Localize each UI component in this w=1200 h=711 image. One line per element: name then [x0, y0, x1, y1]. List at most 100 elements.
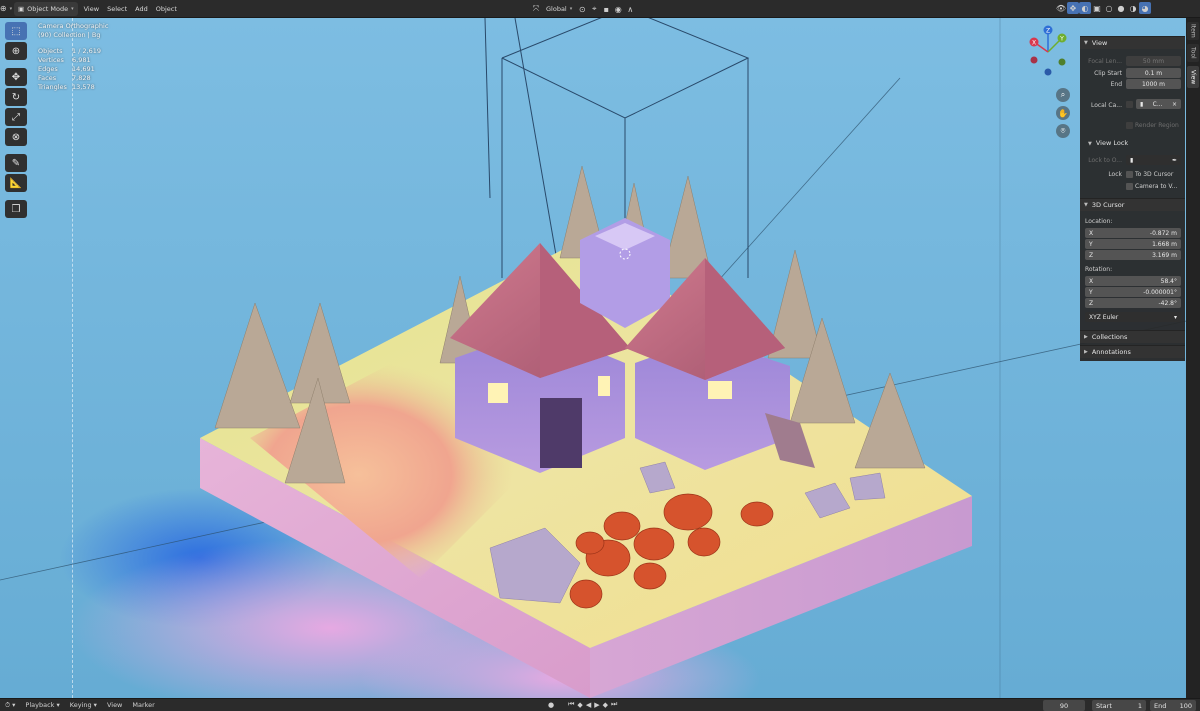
camera-passepartout-edge — [72, 18, 73, 698]
annotations-panel-header[interactable]: ▶ Annotations — [1080, 345, 1185, 358]
shading-solid-icon[interactable]: ● — [1115, 2, 1127, 14]
clip-end-field[interactable]: 1000 m — [1126, 79, 1181, 89]
rotation-mode-dropdown[interactable]: XYZ Euler ▾ — [1085, 312, 1181, 322]
clear-icon[interactable]: × — [1172, 101, 1177, 108]
focal-length-field: 50 mm — [1126, 56, 1181, 66]
n-panel-sidebar: ▼ View Focal Len... 50 mm Clip Start 0.1 … — [1080, 36, 1185, 361]
camera-icon: ▮ — [1140, 100, 1144, 108]
local-camera-field[interactable]: ▮ C... × — [1136, 99, 1181, 109]
zoom-icon[interactable]: ⌕ — [1056, 88, 1070, 102]
tab-item[interactable]: Item — [1187, 22, 1199, 40]
visibility-icon[interactable]: 👁 — [1055, 2, 1067, 14]
object-icon: ▮ — [1130, 156, 1134, 164]
stat-value: 1 / 2,619 — [72, 47, 102, 55]
render-region-checkbox[interactable] — [1126, 122, 1133, 129]
render-region-label: Render Region — [1135, 122, 1179, 129]
start-frame-field[interactable]: Start 1 — [1092, 700, 1146, 711]
jump-keyframe-back-icon[interactable]: ◆ — [577, 701, 582, 709]
view-lock-subpanel-header[interactable]: ▼ View Lock — [1088, 139, 1128, 147]
cursor-location-z-field[interactable]: Z 3.169 m — [1085, 250, 1181, 260]
cursor-location-x-field[interactable]: X -0.872 m — [1085, 228, 1181, 238]
tool-shelf: ⬚ ⊕ ✥ ↻ ⤢ ⊗ ✎ 📐 ❒ — [5, 22, 27, 218]
timeline-header: ⏱ ▾ Playback ▾ Keying ▾ View Marker ● ⏮ … — [0, 698, 1200, 711]
stat-label: Objects — [38, 47, 63, 55]
scene-statistics: Objects 1 / 2,619 Vertices 6,981 Edges 14,6… — [38, 47, 108, 92]
pan-hand-icon[interactable]: ✋ — [1056, 106, 1070, 120]
select-box-tool-icon[interactable]: ⬚ — [5, 22, 27, 40]
jump-end-icon[interactable]: ⏭ — [611, 700, 617, 709]
menu-select[interactable]: Select — [103, 2, 131, 16]
editor-type-icon[interactable]: ⊕ ▾ — [0, 3, 12, 15]
cursor-rotation-x-field[interactable]: X 58.4° — [1085, 276, 1181, 286]
overlay-toggle-icon[interactable]: ◐ — [1079, 2, 1091, 14]
record-icon[interactable]: ● — [548, 701, 554, 709]
end-frame-field[interactable]: End 100 — [1150, 700, 1196, 711]
collections-panel-header[interactable]: ▶ Collections — [1080, 330, 1185, 343]
3d-viewport[interactable]: Camera Orthographic (90) Collection | Bg… — [0, 18, 1200, 698]
gizmo-z-label: Z — [1046, 28, 1050, 35]
lock-to-object-field[interactable]: ▮ ✒ — [1126, 155, 1181, 165]
menu-marker[interactable]: Marker — [127, 701, 159, 709]
view-panel-header[interactable]: ▼ View — [1080, 36, 1185, 49]
clip-start-label: Clip Start — [1094, 70, 1122, 77]
transform-orientation-dropdown[interactable]: Global ▾ — [542, 2, 576, 16]
cursor-tool-icon[interactable]: ⊕ — [5, 42, 27, 60]
rotation-label: Rotation: — [1085, 266, 1113, 273]
chevron-down-icon: ▾ — [1173, 313, 1177, 321]
shading-material-icon[interactable]: ◑ — [1127, 2, 1139, 14]
add-cube-tool-icon[interactable]: ❒ — [5, 200, 27, 218]
menu-keying[interactable]: Keying ▾ — [65, 701, 102, 709]
to-3d-cursor-checkbox[interactable] — [1126, 171, 1133, 178]
tab-tool[interactable]: Tool — [1187, 44, 1199, 62]
axis-gizmo-icon[interactable]: Z Y X — [1018, 22, 1078, 82]
snap-icon[interactable]: ⌖ — [588, 3, 600, 15]
gizmo-toggle-icon[interactable]: ✥ — [1067, 2, 1079, 14]
camera-to-view-checkbox[interactable] — [1126, 183, 1133, 190]
transform-tool-icon[interactable]: ⊗ — [5, 128, 27, 146]
pivot-point-icon[interactable]: ⊙ — [576, 3, 588, 15]
play-icon[interactable]: ▶ — [594, 701, 599, 709]
falloff-icon[interactable]: ∧ — [624, 3, 636, 15]
cursor-rotation-y-field[interactable]: Y -0.000001° — [1085, 287, 1181, 297]
view-name: Camera Orthographic — [38, 22, 109, 30]
measure-tool-icon[interactable]: 📐 — [5, 174, 27, 192]
menu-playback[interactable]: Playback ▾ — [20, 701, 64, 709]
local-camera-checkbox[interactable] — [1126, 101, 1133, 108]
cursor-location-y-field[interactable]: Y 1.668 m — [1085, 239, 1181, 249]
xray-icon[interactable]: ▣ — [1091, 2, 1103, 14]
mode-dropdown[interactable]: ▣ Object Mode ▾ — [14, 1, 78, 16]
shading-wireframe-icon[interactable]: ○ — [1103, 2, 1115, 14]
scale-tool-icon[interactable]: ⤢ — [5, 108, 27, 126]
menu-object[interactable]: Object — [152, 2, 181, 16]
eyedropper-icon[interactable]: ✒ — [1172, 157, 1177, 164]
navigation-gizmo[interactable]: Z Y X ⌕ ✋ ⌾ — [1018, 22, 1078, 142]
current-frame-field[interactable]: 90 — [1043, 700, 1085, 711]
rotate-tool-icon[interactable]: ↻ — [5, 88, 27, 106]
timeline-editor-icon[interactable]: ⏱ ▾ — [0, 701, 20, 710]
menu-add[interactable]: Add — [131, 2, 152, 16]
proportional-edit-icon[interactable]: ◉ — [612, 3, 624, 15]
stat-value: 13,578 — [72, 83, 95, 91]
cursor-rotation-z-field[interactable]: Z -42.8° — [1085, 298, 1181, 308]
play-reverse-icon[interactable]: ◀ — [586, 701, 591, 709]
collapse-chevron-icon: ▼ — [1084, 202, 1088, 208]
3d-cursor-panel-header[interactable]: ▼ 3D Cursor — [1080, 198, 1185, 211]
camera-view-icon[interactable]: ⌾ — [1056, 124, 1070, 138]
move-tool-icon[interactable]: ✥ — [5, 68, 27, 86]
sidebar-tabs: Item Tool View — [1186, 18, 1200, 698]
menu-view[interactable]: View — [80, 2, 103, 16]
expand-chevron-icon: ▶ — [1084, 334, 1088, 340]
clip-start-field[interactable]: 0.1 m — [1126, 68, 1181, 78]
snap-target-icon[interactable]: ▪ — [600, 3, 612, 15]
expand-chevron-icon: ▶ — [1084, 349, 1088, 355]
stat-label: Vertices — [38, 56, 64, 64]
tab-view[interactable]: View — [1187, 66, 1199, 88]
annotate-tool-icon[interactable]: ✎ — [5, 154, 27, 172]
jump-keyframe-forward-icon[interactable]: ◆ — [603, 701, 608, 709]
jump-start-icon[interactable]: ⏮ — [568, 700, 574, 709]
viewport-header: ⊕ ▾ ▣ Object Mode ▾ View Select Add Object… — [0, 0, 1200, 18]
shading-rendered-icon[interactable]: ◕ — [1139, 2, 1151, 14]
menu-timeline-view[interactable]: View — [102, 701, 127, 709]
transform-orientation-icon: ⤧ — [532, 4, 540, 13]
collapse-chevron-icon: ▼ — [1088, 141, 1092, 147]
